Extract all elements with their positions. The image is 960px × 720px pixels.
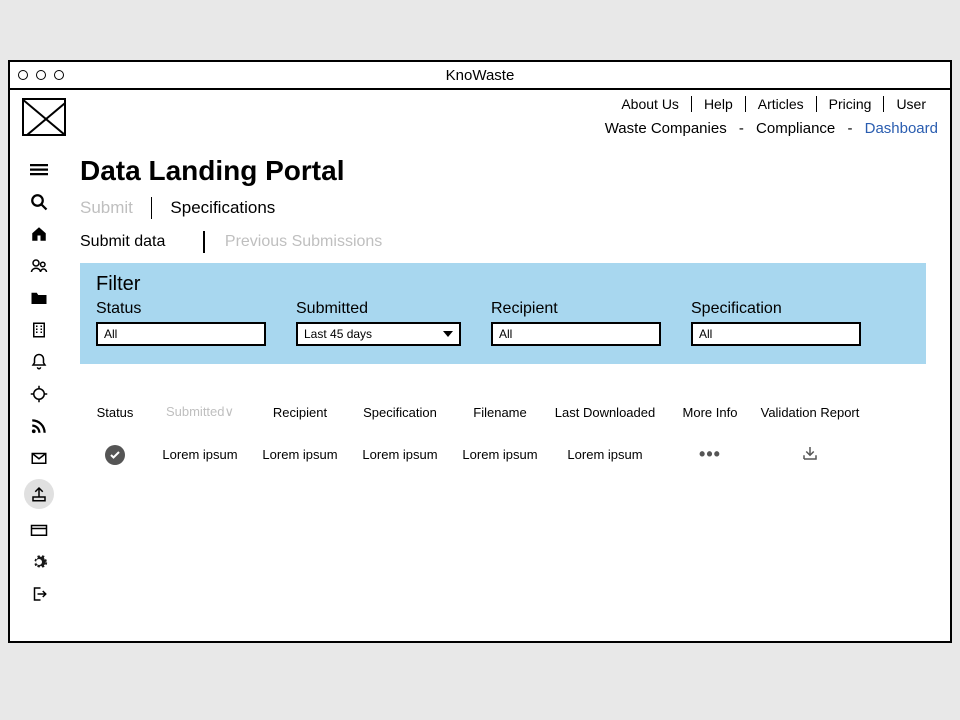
- cell-validation-report[interactable]: [760, 444, 860, 465]
- topnav-about[interactable]: About Us: [609, 96, 691, 112]
- page-title: Data Landing Portal: [80, 155, 926, 187]
- cell-specification: Lorem ipsum: [350, 447, 450, 462]
- subtab-divider: [203, 231, 205, 253]
- cell-recipient: Lorem ipsum: [250, 447, 350, 462]
- download-icon: [801, 450, 819, 465]
- breadcrumb-item-0[interactable]: Waste Companies: [605, 120, 727, 137]
- logout-icon[interactable]: [28, 583, 50, 605]
- menu-icon[interactable]: [28, 159, 50, 181]
- building-icon[interactable]: [28, 319, 50, 341]
- filter-panel: Filter Status All Submitted Last 45 days…: [80, 263, 926, 364]
- th-status[interactable]: Status: [80, 405, 150, 420]
- top-nav: About Us Help Articles Pricing User: [605, 96, 938, 112]
- filter-specification: Specification All: [691, 300, 861, 346]
- upload-icon[interactable]: [24, 479, 54, 509]
- th-specification[interactable]: Specification: [350, 405, 450, 420]
- bell-icon[interactable]: [28, 351, 50, 373]
- secondary-tabs: Submit data Previous Submissions: [80, 231, 926, 253]
- target-icon[interactable]: [28, 383, 50, 405]
- sidebar: [10, 141, 68, 641]
- filter-status-input[interactable]: All: [96, 322, 266, 346]
- filter-status: Status All: [96, 300, 266, 346]
- filter-title: Filter: [96, 273, 910, 296]
- titlebar: KnoWaste: [10, 62, 950, 90]
- rss-icon[interactable]: [28, 415, 50, 437]
- primary-tabs: Submit Specifications: [80, 197, 926, 219]
- gear-icon[interactable]: [28, 551, 50, 573]
- filter-recipient-label: Recipient: [491, 300, 661, 318]
- folder-icon[interactable]: [28, 287, 50, 309]
- window-title: KnoWaste: [10, 67, 950, 84]
- topnav-help[interactable]: Help: [691, 96, 745, 112]
- filter-recipient-input[interactable]: All: [491, 322, 661, 346]
- filter-status-label: Status: [96, 300, 266, 318]
- cell-submitted: Lorem ipsum: [150, 447, 250, 462]
- th-filename[interactable]: Filename: [450, 405, 550, 420]
- mail-icon[interactable]: [28, 447, 50, 469]
- cell-last-downloaded: Lorem ipsum: [550, 447, 660, 462]
- filter-specification-label: Specification: [691, 300, 861, 318]
- chevron-down-icon: [443, 331, 453, 337]
- th-last-downloaded[interactable]: Last Downloaded: [550, 405, 660, 420]
- main-content: Data Landing Portal Submit Specification…: [68, 141, 950, 641]
- th-validation-report[interactable]: Validation Report: [760, 405, 860, 420]
- filter-submitted: Submitted Last 45 days: [296, 300, 461, 346]
- tab-specifications[interactable]: Specifications: [152, 198, 293, 218]
- search-icon[interactable]: [28, 191, 50, 213]
- more-dots-icon: •••: [699, 444, 721, 464]
- submissions-table: Status Submitted∨ Recipient Specificatio…: [80, 404, 926, 465]
- filter-specification-input[interactable]: All: [691, 322, 861, 346]
- header: About Us Help Articles Pricing User Wast…: [10, 90, 950, 141]
- cell-status: [80, 445, 150, 465]
- breadcrumb-item-1[interactable]: Compliance: [756, 120, 835, 137]
- th-recipient[interactable]: Recipient: [250, 405, 350, 420]
- breadcrumb-item-2[interactable]: Dashboard: [865, 120, 938, 137]
- filter-submitted-label: Submitted: [296, 300, 461, 318]
- table-row: Lorem ipsum Lorem ipsum Lorem ipsum Lore…: [80, 444, 926, 465]
- th-submitted[interactable]: Submitted∨: [150, 404, 250, 420]
- card-icon[interactable]: [28, 519, 50, 541]
- users-icon[interactable]: [28, 255, 50, 277]
- th-more-info[interactable]: More Info: [660, 405, 760, 420]
- table-header: Status Submitted∨ Recipient Specificatio…: [80, 404, 926, 420]
- subtab-previous[interactable]: Previous Submissions: [225, 233, 400, 251]
- cell-more-info[interactable]: •••: [660, 444, 760, 465]
- subtab-submit-data[interactable]: Submit data: [80, 233, 183, 251]
- logo-placeholder: [22, 98, 66, 136]
- topnav-articles[interactable]: Articles: [745, 96, 816, 112]
- breadcrumb: Waste Companies - Compliance - Dashboard: [605, 120, 938, 137]
- topnav-pricing[interactable]: Pricing: [816, 96, 884, 112]
- filter-submitted-select[interactable]: Last 45 days: [296, 322, 461, 346]
- filter-recipient: Recipient All: [491, 300, 661, 346]
- home-icon[interactable]: [28, 223, 50, 245]
- status-ok-icon: [105, 445, 125, 465]
- topnav-user[interactable]: User: [883, 96, 938, 112]
- app-window: KnoWaste About Us Help Articles Pricing …: [8, 60, 952, 643]
- tab-submit[interactable]: Submit: [80, 198, 151, 218]
- cell-filename: Lorem ipsum: [450, 447, 550, 462]
